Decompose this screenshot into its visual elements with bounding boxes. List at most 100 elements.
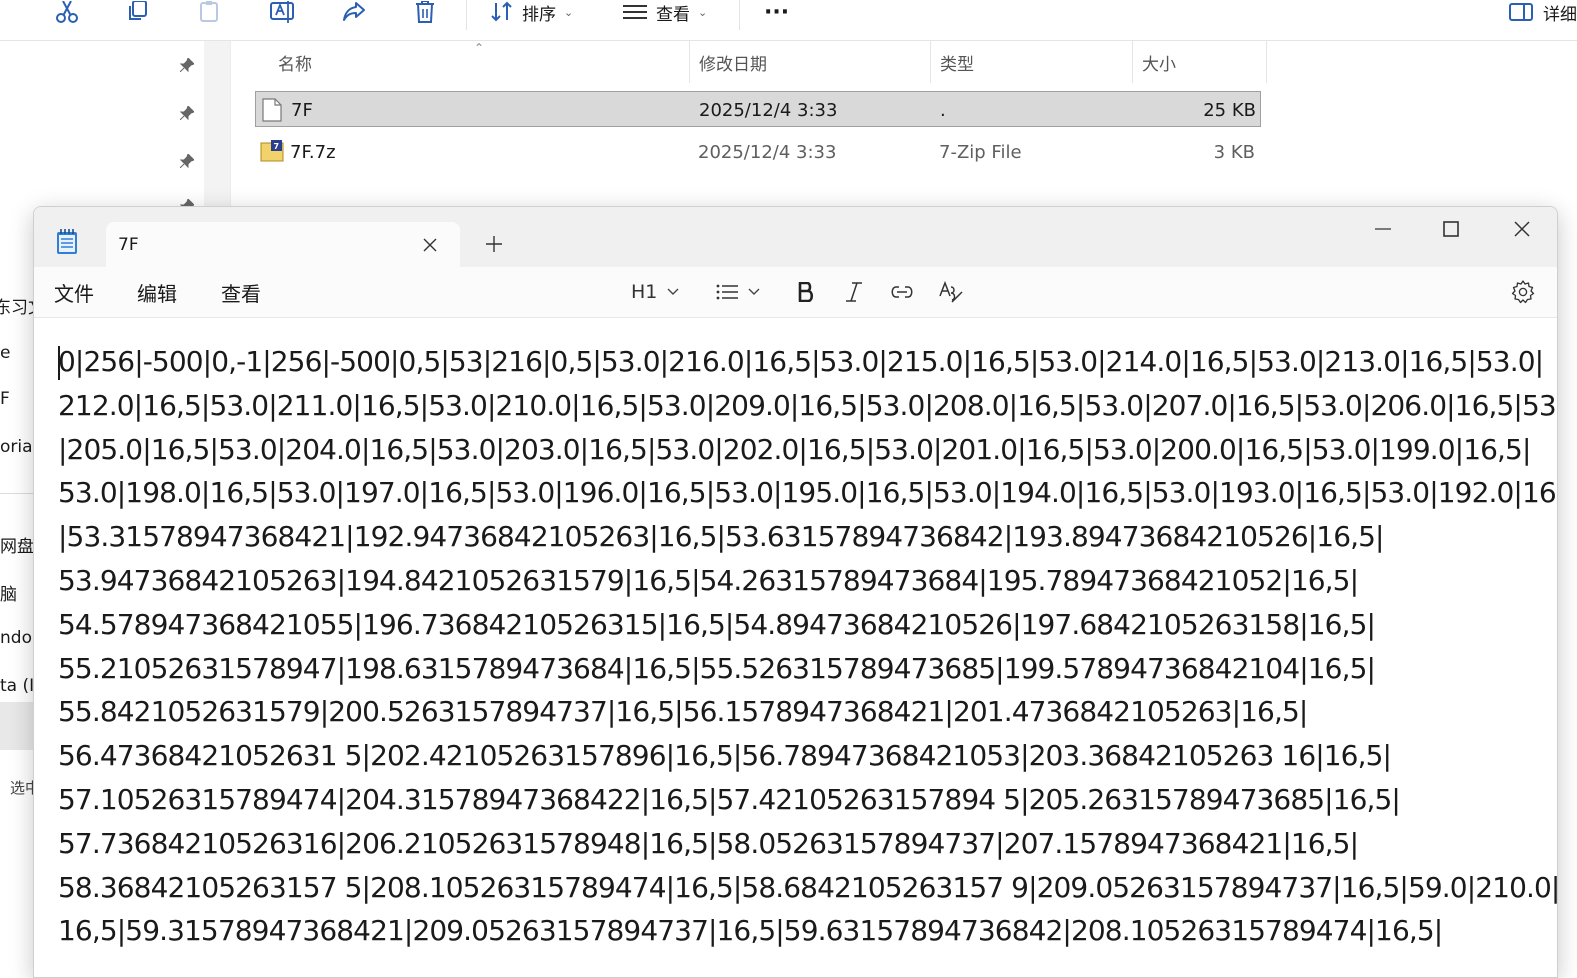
plus-icon	[486, 236, 502, 252]
scissors-icon	[56, 1, 78, 23]
settings-gear-icon[interactable]	[1511, 280, 1535, 304]
notepad-app-icon	[57, 229, 77, 254]
copy-icon	[129, 1, 147, 20]
column-separator[interactable]	[930, 41, 931, 83]
file-date: 2025/12/4 3:33	[698, 141, 837, 163]
sort-icon	[491, 1, 512, 22]
text-line: 55.21052631578947|198.6315789473684|16,5…	[58, 651, 1376, 685]
italic-icon	[846, 282, 862, 302]
file-size: 3 KB	[1213, 141, 1255, 163]
chevron-down-icon	[748, 288, 760, 295]
maximize-button[interactable]	[1428, 215, 1474, 243]
cut-button[interactable]	[55, 0, 79, 24]
link-icon	[891, 286, 913, 298]
text-line: 53.94736842105263|194.8421052631579|16,5…	[58, 563, 1359, 597]
rename-icon	[270, 1, 294, 23]
text-line: 55.8421052631579|200.5263157894737|16,5|…	[58, 695, 1308, 729]
tab-title: 7F	[118, 235, 139, 255]
column-header-date[interactable]: 修改日期	[699, 41, 767, 83]
bold-icon	[798, 282, 814, 302]
nav-item-fragment[interactable]: e	[0, 343, 10, 363]
column-header-size[interactable]: 大小	[1142, 41, 1176, 83]
nav-item-fragment[interactable]: F	[0, 389, 10, 409]
text-line: |205.0|16,5|53.0|204.0|16,5|53.0|203.0|1…	[58, 432, 1531, 466]
close-icon	[1514, 221, 1530, 237]
menu-bar: 文件 编辑 查看 H1	[34, 267, 1557, 318]
text-line: 53.0|198.0|16,5|53.0|197.0|16,5|53.0|196…	[58, 476, 1558, 510]
file-size: 25 KB	[1203, 99, 1256, 121]
rename-button[interactable]	[270, 0, 296, 24]
delete-button[interactable]	[414, 0, 436, 24]
list-dropdown[interactable]	[716, 267, 760, 317]
window-close-button[interactable]	[1499, 215, 1545, 243]
column-separator[interactable]	[1132, 41, 1133, 83]
copy-button[interactable]	[126, 0, 150, 24]
pin-icon	[180, 106, 194, 120]
text-line: 57.10526315789474|204.31578947368422|16,…	[58, 782, 1401, 816]
more-options-button[interactable]: ···	[764, 0, 790, 25]
text-line: 16,5|59.31578947368421|209.0526315789473…	[58, 914, 1443, 948]
tab-7f[interactable]: 7F	[106, 222, 460, 268]
details-pane-button[interactable]: 详细	[1509, 0, 1577, 25]
toolbar-separator	[739, 0, 740, 30]
column-separator[interactable]	[689, 41, 690, 83]
file-icon	[262, 98, 282, 122]
nav-item-fragment[interactable]: 网盘	[0, 532, 34, 557]
file-row[interactable]: 7F 2025/12/4 3:33 . 25 KB	[255, 91, 1261, 127]
details-label: 详细	[1543, 4, 1577, 25]
file-list: ⌃ 名称 修改日期 类型 大小 7F 2025/12/4 3:33 . 25 K…	[231, 41, 1577, 221]
text-line: |53.31578947368421|192.94736842105263|16…	[58, 520, 1384, 554]
more-icon: ···	[764, 0, 790, 25]
bold-button[interactable]	[797, 267, 815, 317]
chevron-down-icon	[667, 288, 679, 295]
trash-icon	[416, 1, 434, 23]
chevron-down-icon: ⌄	[564, 5, 574, 19]
nav-item-fragment[interactable]: orial	[0, 437, 37, 457]
sort-button[interactable]: 排序 ⌄	[490, 0, 574, 25]
file-row[interactable]: 7 7F.7z 2025/12/4 3:33 7-Zip File 3 KB	[255, 134, 1261, 170]
nav-item-fragment[interactable]: ndo	[0, 628, 32, 648]
file-name: 7F.7z	[290, 141, 336, 163]
menu-edit[interactable]: 编辑	[137, 267, 177, 317]
column-header-type[interactable]: 类型	[940, 41, 974, 83]
maximize-icon	[1443, 221, 1459, 237]
sort-label: 排序	[522, 4, 556, 25]
text-line: 0|256|-500|0,-1|256|-500|0,5|53|216|0,5|…	[58, 345, 1544, 378]
svg-text:7: 7	[274, 142, 280, 151]
editor-text: 0|256|-500|0,-1|256|-500|0,5|53|216|0,5|…	[58, 340, 1558, 953]
italic-button[interactable]	[845, 267, 863, 317]
explorer-command-bar: 排序 ⌄ 查看 ⌄ ··· 详细	[0, 0, 1577, 41]
nav-item-fragment[interactable]: 脑	[0, 580, 17, 605]
file-type: .	[940, 99, 946, 121]
paste-icon	[200, 1, 218, 22]
nav-item-fragment[interactable]: ta (I	[0, 676, 34, 696]
tab-close-button[interactable]	[420, 235, 440, 255]
view-label: 查看	[656, 4, 690, 25]
text-line: 212.0|16,5|53.0|211.0|16,5|53.0|210.0|16…	[58, 388, 1558, 422]
new-tab-button[interactable]	[481, 231, 507, 257]
column-separator[interactable]	[1266, 41, 1267, 83]
text-line: 57.73684210526316|206.21052631578948|16,…	[58, 826, 1359, 860]
link-button[interactable]	[890, 267, 914, 317]
share-icon	[343, 2, 365, 21]
bulleted-list-icon	[716, 284, 738, 300]
menu-file[interactable]: 文件	[54, 267, 94, 317]
text-editor-area[interactable]: 0|256|-500|0,-1|256|-500|0,5|53|216|0,5|…	[34, 318, 1558, 977]
menu-view[interactable]: 查看	[221, 267, 261, 317]
column-header-name[interactable]: 名称	[278, 41, 312, 83]
clear-formatting-button[interactable]	[939, 267, 963, 317]
share-button[interactable]	[342, 0, 366, 24]
sort-ascending-icon: ⌃	[474, 41, 485, 55]
notepad-window: 7F 文件 编辑 查看 H1 0|256|-500|0,-1|256|-500|…	[33, 206, 1558, 978]
heading-dropdown[interactable]: H1	[631, 267, 679, 317]
details-pane-icon	[1509, 3, 1533, 21]
heading-label: H1	[631, 281, 658, 303]
minimize-button[interactable]	[1360, 215, 1406, 243]
view-button[interactable]: 查看 ⌄	[622, 0, 707, 25]
paste-button[interactable]	[198, 0, 222, 24]
pin-icon	[180, 154, 194, 168]
minimize-icon	[1375, 228, 1391, 230]
7zip-archive-icon: 7	[260, 140, 284, 162]
pin-icon	[180, 58, 194, 72]
nav-selected-highlight	[0, 702, 34, 750]
